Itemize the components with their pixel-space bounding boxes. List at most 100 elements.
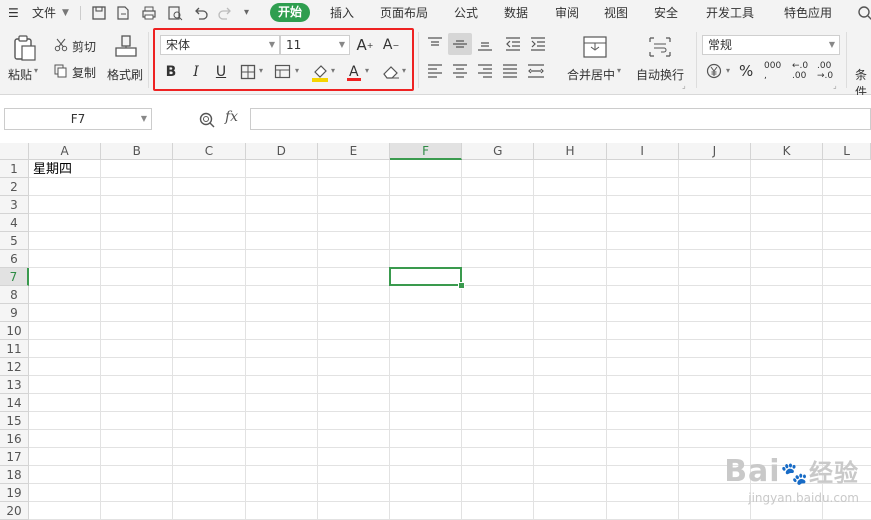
name-box[interactable]: F7 ▼ (4, 108, 152, 130)
row-header-7[interactable]: 7 (0, 268, 29, 286)
align-middle-button[interactable] (448, 33, 472, 55)
wrap-text-button[interactable]: 自动换行 (636, 66, 684, 83)
quick-access-dropdown-icon[interactable]: ▾ (244, 0, 249, 26)
percent-button[interactable]: % (739, 62, 753, 80)
alignment-settings-icon[interactable]: ⌟ (682, 81, 686, 90)
save-icon[interactable] (90, 4, 108, 22)
export-pdf-icon[interactable] (114, 4, 132, 22)
merge-center-icon[interactable] (582, 35, 608, 59)
grid-row-line (29, 321, 871, 322)
align-top-icon[interactable] (427, 37, 443, 51)
tab-insert[interactable]: 插入 (330, 0, 354, 26)
select-all-corner[interactable] (0, 143, 29, 160)
column-header-h[interactable]: H (534, 143, 607, 160)
row-header-4[interactable]: 4 (0, 214, 29, 232)
tab-home[interactable]: 开始 (270, 3, 311, 22)
cell-reference: F7 (70, 112, 86, 126)
column-header-b[interactable]: B (101, 143, 174, 160)
row-header-10[interactable]: 10 (0, 322, 29, 340)
tab-developer[interactable]: 开发工具 (706, 0, 754, 26)
increase-decimal-button[interactable]: ←.0.00 (792, 61, 808, 81)
menu-icon[interactable]: ☰ (8, 0, 19, 26)
search-icon[interactable] (856, 4, 871, 22)
redo-icon[interactable] (216, 4, 234, 22)
merge-center-button[interactable]: 合并居中 (567, 66, 615, 83)
active-cell-border[interactable] (389, 267, 463, 286)
row-header-9[interactable]: 9 (0, 304, 29, 322)
thousands-separator-button[interactable]: 000, (764, 61, 781, 81)
paste-icon[interactable] (10, 34, 38, 62)
format-painter-icon[interactable] (113, 34, 139, 62)
tab-review[interactable]: 审阅 (555, 0, 579, 26)
spreadsheet-grid[interactable]: ABCDEFGHIJKL 1 2 3 4 5 6 7 8 9 10 11 12 13 14 15 16 17 18… (0, 143, 871, 520)
print-icon[interactable] (140, 4, 158, 22)
column-header-a[interactable]: A (29, 143, 102, 160)
print-preview-icon[interactable] (166, 4, 184, 22)
row-header-11[interactable]: 11 (0, 340, 29, 358)
file-menu-chevron-down-icon[interactable]: ▼ (62, 0, 69, 26)
cell-a1[interactable]: 星期四 (33, 161, 72, 179)
justify-icon[interactable] (502, 64, 518, 78)
column-header-e[interactable]: E (317, 143, 390, 160)
ribbon-divider (696, 32, 697, 88)
row-header-3[interactable]: 3 (0, 196, 29, 214)
undo-icon[interactable] (192, 4, 210, 22)
copy-button[interactable]: 复制 (72, 64, 96, 81)
column-header-k[interactable]: K (751, 143, 824, 160)
paste-button[interactable]: 粘贴 (8, 66, 32, 83)
wrap-text-icon[interactable] (647, 35, 673, 59)
merge-center-dropdown-icon[interactable]: ▾ (617, 66, 621, 75)
decrease-indent-icon[interactable] (505, 37, 521, 51)
column-header-j[interactable]: J (678, 143, 751, 160)
row-header-1[interactable]: 1 (0, 160, 29, 178)
row-header-19[interactable]: 19 (0, 484, 29, 502)
paste-dropdown-icon[interactable]: ▾ (34, 66, 38, 75)
row-header-5[interactable]: 5 (0, 232, 29, 250)
tab-view[interactable]: 视图 (604, 0, 628, 26)
insert-function-button[interactable]: fx (225, 109, 238, 125)
column-header-i[interactable]: I (606, 143, 679, 160)
currency-dropdown-icon[interactable]: ▾ (726, 66, 730, 75)
zoom-search-icon[interactable] (198, 111, 216, 129)
column-header-f[interactable]: F (390, 143, 463, 160)
file-menu[interactable]: 文件 (32, 0, 56, 26)
column-header-d[interactable]: D (245, 143, 318, 160)
tab-formulas[interactable]: 公式 (454, 0, 478, 26)
row-header-17[interactable]: 17 (0, 448, 29, 466)
number-format-select[interactable]: 常规 ▼ (702, 35, 840, 55)
align-right-icon[interactable] (477, 64, 493, 78)
distributed-align-icon[interactable] (527, 64, 545, 78)
tab-data[interactable]: 数据 (504, 0, 528, 26)
row-header-15[interactable]: 15 (0, 412, 29, 430)
align-bottom-icon[interactable] (477, 37, 493, 51)
column-header-c[interactable]: C (173, 143, 246, 160)
row-header-2[interactable]: 2 (0, 178, 29, 196)
row-header-20[interactable]: 20 (0, 502, 29, 520)
grid-row-line (29, 213, 871, 214)
row-header-8[interactable]: 8 (0, 286, 29, 304)
number-settings-icon[interactable]: ⌟ (833, 81, 837, 90)
cut-button[interactable]: 剪切 (72, 38, 96, 55)
format-painter-button[interactable]: 格式刷 (107, 66, 143, 83)
row-header-16[interactable]: 16 (0, 430, 29, 448)
column-header-l[interactable]: L (823, 143, 871, 160)
tab-page-layout[interactable]: 页面布局 (380, 0, 428, 26)
grid-row-line (29, 393, 871, 394)
formula-input[interactable] (250, 108, 871, 130)
decrease-decimal-button[interactable]: .00 →.0 (817, 61, 833, 81)
currency-icon[interactable] (706, 63, 722, 79)
paw-icon: 🐾 (780, 462, 809, 487)
row-header-13[interactable]: 13 (0, 376, 29, 394)
tab-security[interactable]: 安全 (654, 0, 678, 26)
column-header-g[interactable]: G (462, 143, 535, 160)
tab-special[interactable]: 特色应用 (784, 0, 832, 26)
fill-handle[interactable] (458, 282, 466, 289)
grid-row-line (29, 447, 871, 448)
increase-indent-icon[interactable] (530, 37, 546, 51)
align-center-icon[interactable] (452, 64, 468, 78)
row-header-6[interactable]: 6 (0, 250, 29, 268)
align-left-icon[interactable] (427, 64, 443, 78)
row-header-14[interactable]: 14 (0, 394, 29, 412)
row-header-12[interactable]: 12 (0, 358, 29, 376)
row-header-18[interactable]: 18 (0, 466, 29, 484)
